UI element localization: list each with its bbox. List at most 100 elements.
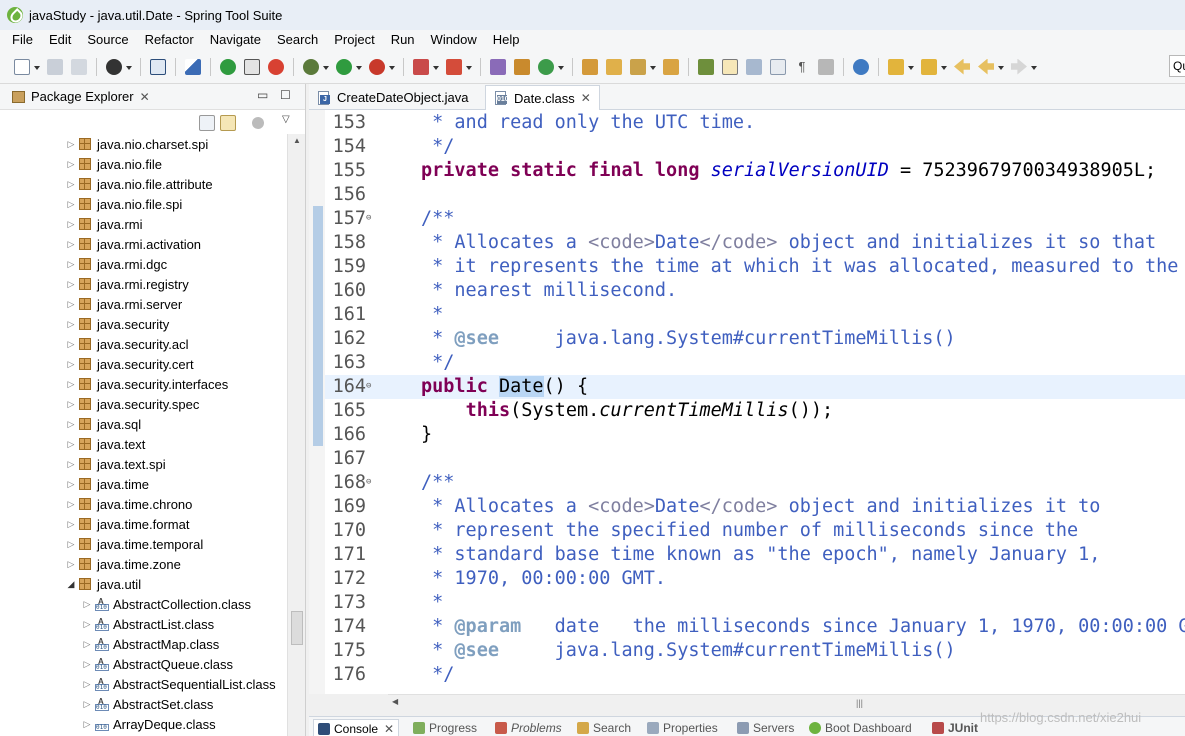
view-menu-chevron-down-icon[interactable]: ▽	[282, 114, 290, 125]
expand-arrow-icon[interactable]: ▷	[65, 419, 77, 430]
expand-arrow-icon[interactable]: ▷	[65, 219, 77, 230]
collapse-arrow-icon[interactable]: ◢	[65, 579, 77, 590]
back-dropdown-icon[interactable]	[998, 59, 1004, 75]
close-icon[interactable]: ✕	[140, 90, 150, 104]
globe-icon[interactable]	[853, 58, 869, 75]
code-line[interactable]: 169 * Allocates a <code>Date</code> obje…	[325, 495, 1185, 519]
code-line[interactable]: 158 * Allocates a <code>Date</code> obje…	[325, 231, 1185, 255]
tree-item-package[interactable]: ▷ java.rmi.activation	[0, 234, 287, 254]
quick-access-input[interactable]: Quick Access	[1169, 55, 1185, 77]
tree-item-class[interactable]: ▷ A 010 AbstractSet.class	[0, 694, 287, 714]
tree-item-package[interactable]: ▷ java.text	[0, 434, 287, 454]
tab-console[interactable]: Console ✕	[313, 719, 400, 736]
expand-arrow-icon[interactable]: ▷	[65, 499, 77, 510]
scrollbar-thumb[interactable]	[291, 611, 303, 645]
tree-item-package[interactable]: ▷ java.rmi	[0, 214, 287, 234]
external-tools-icon[interactable]	[369, 58, 385, 75]
link-with-editor-icon[interactable]	[220, 115, 236, 131]
expand-arrow-icon[interactable]: ▷	[65, 359, 77, 370]
code-line[interactable]: 164⊖ public Date() {	[325, 375, 1185, 399]
stop-icon[interactable]	[413, 58, 429, 75]
tree-item-package[interactable]: ▷ java.nio.charset.spi	[0, 134, 287, 154]
tree-item-package[interactable]: ▷ java.time.format	[0, 514, 287, 534]
code-line[interactable]: 165 this(System.currentTimeMillis());	[325, 399, 1185, 423]
expand-arrow-icon[interactable]: ▷	[65, 259, 77, 270]
code-editor[interactable]: 153 * and read only the UTC time. 154 */1…	[309, 110, 1185, 694]
tab-junit[interactable]: JUnit	[932, 719, 978, 736]
tree-item-class[interactable]: ▷ A 010 AbstractCollection.class	[0, 594, 287, 614]
debug-dropdown-icon[interactable]	[323, 59, 329, 75]
run-icon[interactable]	[336, 58, 352, 75]
expand-arrow-icon[interactable]: ▷	[65, 539, 77, 550]
code-line[interactable]: 170 * represent the specified number of …	[325, 519, 1185, 543]
code-line[interactable]: 160 * nearest millisecond.	[325, 279, 1185, 303]
tab-boot-dashboard[interactable]: Boot Dashboard	[809, 719, 912, 736]
save-icon[interactable]	[47, 58, 63, 75]
mark-occurrences-icon[interactable]	[722, 58, 738, 75]
menu-refactor[interactable]: Refactor	[137, 30, 202, 50]
forward-icon[interactable]	[1011, 58, 1027, 75]
expand-arrow-icon[interactable]: ▷	[65, 399, 77, 410]
menu-project[interactable]: Project	[326, 30, 382, 50]
fold-toggle-icon[interactable]: ⊖	[366, 375, 376, 397]
tree-item-package[interactable]: ▷ java.security.acl	[0, 334, 287, 354]
annotation-icon[interactable]	[818, 58, 834, 75]
tree-item-package[interactable]: ▷ java.rmi.server	[0, 294, 287, 314]
save-all-icon[interactable]	[71, 58, 87, 75]
new-class-dropdown-icon[interactable]	[558, 59, 564, 75]
expand-arrow-icon[interactable]: ▷	[81, 619, 93, 630]
expand-arrow-icon[interactable]: ▷	[65, 439, 77, 450]
tree-item-package[interactable]: ▷ java.security.cert	[0, 354, 287, 374]
profile-dropdown-icon[interactable]	[126, 59, 132, 75]
code-line[interactable]: 159 * it represents the time at which it…	[325, 255, 1185, 279]
tree-item-package[interactable]: ▷ java.nio.file.attribute	[0, 174, 287, 194]
code-line[interactable]: 155 private static final long serialVersi…	[325, 159, 1185, 183]
code-line[interactable]: 168⊖ /**	[325, 471, 1185, 495]
search-dropdown-icon[interactable]	[650, 59, 656, 75]
package-explorer-tab[interactable]: Package Explorer ✕	[0, 84, 150, 110]
tree-item-class[interactable]: ▷ A 010 AbstractMap.class	[0, 634, 287, 654]
code-line[interactable]: 173 *	[325, 591, 1185, 615]
new-package-icon[interactable]	[514, 58, 530, 75]
tree-item-package[interactable]: ▷ java.security	[0, 314, 287, 334]
menu-edit[interactable]: Edit	[41, 30, 79, 50]
scrollbar-grip-icon[interactable]: |||	[856, 698, 863, 708]
code-line[interactable]: 163 */	[325, 351, 1185, 375]
toggle-breadcrumb-icon[interactable]	[698, 58, 714, 75]
tree-item-package[interactable]: ▷ java.time.temporal	[0, 534, 287, 554]
menu-navigate[interactable]: Navigate	[202, 30, 269, 50]
code-line[interactable]: 171 * standard base time known as "the e…	[325, 543, 1185, 567]
tree-item-package[interactable]: ▷ java.nio.file	[0, 154, 287, 174]
tree-item-class[interactable]: ▷ A 010 AbstractSequentialList.class	[0, 674, 287, 694]
expand-arrow-icon[interactable]: ▷	[65, 139, 77, 150]
tree-item-package[interactable]: ▷ java.security.spec	[0, 394, 287, 414]
fold-toggle-icon[interactable]: ⊖	[366, 471, 376, 493]
expand-arrow-icon[interactable]: ▷	[81, 599, 93, 610]
tree-item-package[interactable]: ▷ java.sql	[0, 414, 287, 434]
expand-arrow-icon[interactable]: ▷	[65, 179, 77, 190]
open-resource-icon[interactable]	[606, 58, 622, 75]
filters-icon[interactable]	[252, 117, 264, 129]
code-line[interactable]: 153 * and read only the UTC time.	[325, 111, 1185, 135]
forward-dropdown-icon[interactable]	[1031, 59, 1037, 75]
tree-item-class[interactable]: ▷ 010 ArrayDeque.class	[0, 714, 287, 734]
word-wrap-icon[interactable]	[770, 58, 786, 75]
expand-arrow-icon[interactable]: ▷	[65, 339, 77, 350]
maximize-icon[interactable]: ☐	[280, 88, 291, 102]
menu-file[interactable]: File	[4, 30, 41, 50]
debug-icon[interactable]	[303, 58, 319, 75]
code-line[interactable]: 162 * @see java.lang.System#currentTimeM…	[325, 327, 1185, 351]
expand-arrow-icon[interactable]: ▷	[65, 459, 77, 470]
scroll-up-icon[interactable]: ▲	[293, 136, 301, 145]
minimize-icon[interactable]: ▭	[257, 88, 268, 102]
expand-arrow-icon[interactable]: ▷	[65, 299, 77, 310]
code-line[interactable]: 176 */	[325, 663, 1185, 687]
tab-create-date-object[interactable]: J CreateDateObject.java	[309, 85, 477, 110]
menu-source[interactable]: Source	[79, 30, 136, 50]
collapse-all-icon[interactable]	[199, 115, 215, 131]
menu-window[interactable]: Window	[423, 30, 485, 50]
expand-arrow-icon[interactable]: ▷	[81, 659, 93, 670]
fold-toggle-icon[interactable]: ⊖	[366, 207, 376, 229]
tree-item-package-expanded[interactable]: ◢ java.util	[0, 574, 287, 594]
expand-arrow-icon[interactable]: ▷	[65, 479, 77, 490]
